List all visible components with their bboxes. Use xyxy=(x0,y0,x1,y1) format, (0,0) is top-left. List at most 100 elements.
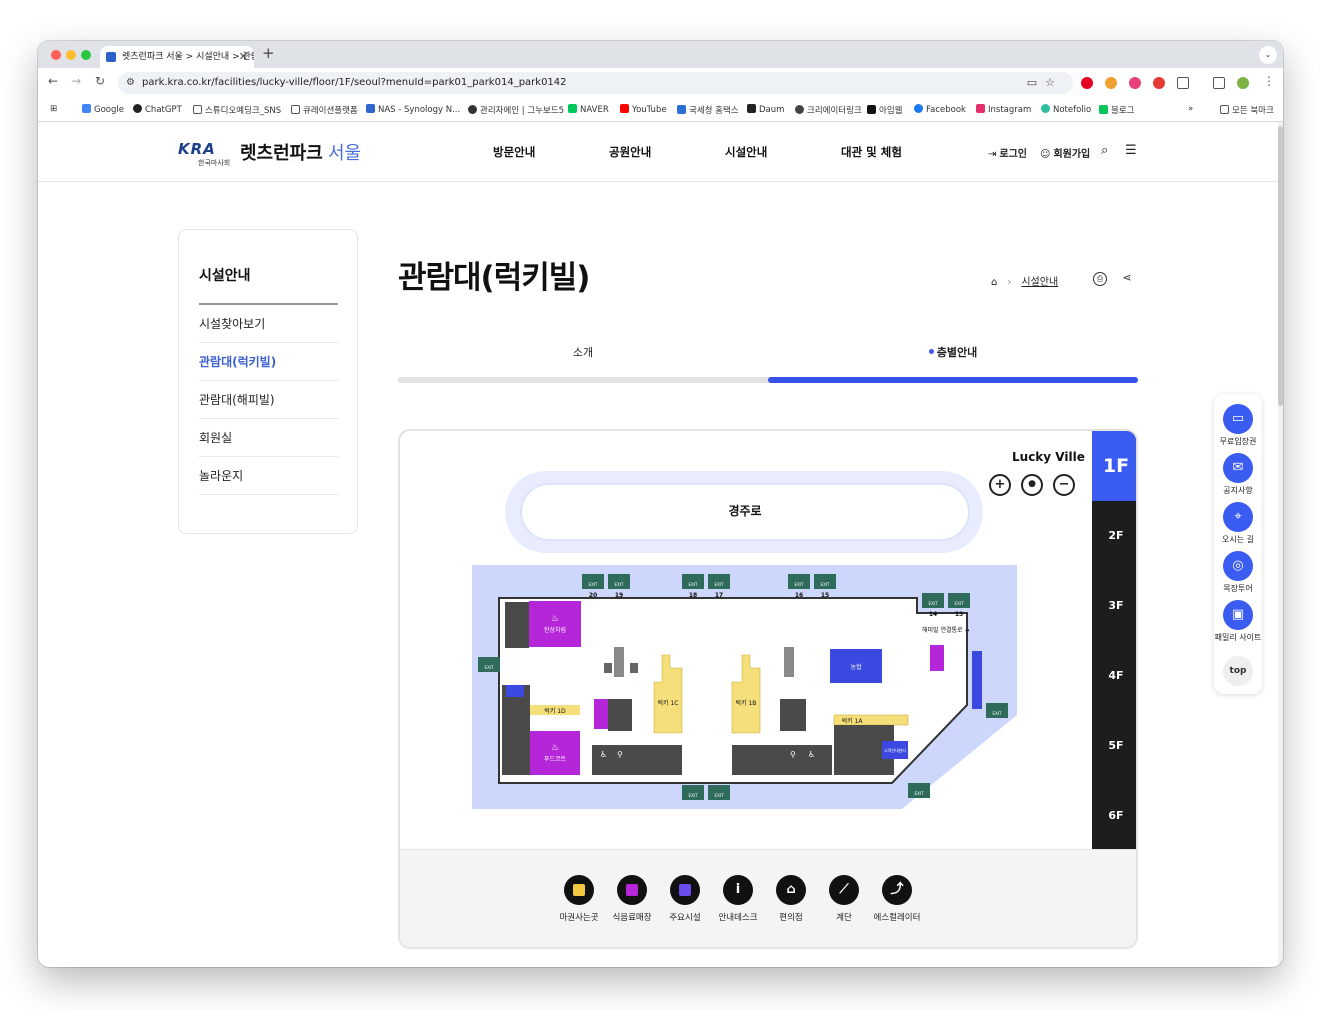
bookmark-nas[interactable]: NAS - Synology N... xyxy=(366,104,460,115)
nav-visit[interactable]: 방문안내 xyxy=(493,144,535,160)
bookmark-hometax[interactable]: 국세청 홈택스 xyxy=(677,104,739,116)
bookmark-imweb[interactable]: 아임웹 xyxy=(867,104,902,116)
signup-link[interactable]: ☺ 회원가입 xyxy=(1040,145,1090,160)
bookmark-facebook[interactable]: Facebook xyxy=(914,104,966,115)
home-icon[interactable]: ⌂ xyxy=(991,277,997,288)
back-to-top-button[interactable]: top xyxy=(1223,656,1253,686)
breadcrumb-current[interactable]: 시설안내 xyxy=(1021,277,1058,288)
exit-marker[interactable]: EXIT xyxy=(682,785,704,800)
bookmark-naver[interactable]: NAVER xyxy=(568,104,609,115)
login-link[interactable]: ⇥ 로그인 xyxy=(988,145,1027,160)
cafe-stall[interactable] xyxy=(930,645,944,671)
bookmark-star-icon[interactable]: ☆ xyxy=(1045,76,1063,89)
restaurant-hansang[interactable] xyxy=(529,601,581,647)
site-info-icon[interactable]: ⚙ xyxy=(126,72,135,94)
bookmark-daum[interactable]: Daum xyxy=(747,104,784,115)
tab-search-icon[interactable]: ⌄ xyxy=(1259,46,1277,64)
share-icon[interactable]: ⋖ xyxy=(1120,272,1134,286)
quick-menu-item[interactable]: ▭ 무료입장권 xyxy=(1214,404,1262,447)
bookmark-chatgpt[interactable]: ChatGPT xyxy=(133,104,182,115)
legend-item[interactable]: ⤴ 에스컬레이터 xyxy=(867,875,927,923)
browser-tab[interactable]: 렛츠런파크 서울 > 시설안내 > 관람 ✕ xyxy=(100,46,254,68)
svg-text:16: 16 xyxy=(795,592,803,599)
close-tab-icon[interactable]: ✕ xyxy=(239,46,248,68)
sidebar-item-lucky-ville[interactable]: 관람대(럭키빌) xyxy=(199,343,338,381)
all-bookmarks-folder[interactable]: 모든 북마크 xyxy=(1220,104,1274,116)
quick-menu-item[interactable]: ⌖ 오시는 길 xyxy=(1214,502,1262,545)
legend-item[interactable]: 식음료매장 xyxy=(602,875,662,923)
zoom-reset-button[interactable]: ● xyxy=(1021,474,1043,496)
forward-icon[interactable]: → xyxy=(71,74,81,88)
bookmark-folder-studio[interactable]: 스튜디오예딩크_SNS xyxy=(193,104,281,116)
url-field[interactable]: ⚙ park.kra.co.kr/facilities/lucky-ville/… xyxy=(118,72,1073,94)
quick-menu-item[interactable]: ▣ 패밀리 사이트 xyxy=(1214,600,1262,643)
browser-menu-icon[interactable]: ⋮ xyxy=(1263,74,1275,88)
floor-tab-6f[interactable]: 6F xyxy=(1092,781,1136,851)
legend-item[interactable]: 주요시설 xyxy=(655,875,715,923)
bookmarks-overflow-button[interactable]: » xyxy=(1188,104,1193,114)
search-icon[interactable]: ⌕ xyxy=(1101,143,1108,158)
reload-icon[interactable]: ↻ xyxy=(95,74,105,88)
bookmark-blog[interactable]: 블로그 xyxy=(1099,104,1134,116)
exit-marker[interactable]: EXIT xyxy=(908,783,930,798)
kra-logo[interactable]: KRA xyxy=(178,140,216,158)
legend-item[interactable]: ⟋ 계단 xyxy=(814,875,874,923)
floor-tab-5f[interactable]: 5F xyxy=(1092,711,1136,781)
nav-rental[interactable]: 대관 및 체험 xyxy=(841,144,902,160)
tab-floor-guide[interactable]: 층별안내 xyxy=(768,344,1138,360)
pinterest-extension-icon[interactable] xyxy=(1081,77,1093,89)
exit-marker[interactable]: EXIT xyxy=(986,703,1008,718)
sidebar-item-members[interactable]: 회원실 xyxy=(199,419,338,457)
food-stall[interactable] xyxy=(594,699,608,729)
bookmark-folder-curation[interactable]: 큐레이션플랫폼 xyxy=(291,104,358,116)
print-icon[interactable]: ⎙ xyxy=(1093,272,1107,286)
zoom-out-button[interactable]: − xyxy=(1053,474,1075,496)
floor-tab-3f[interactable]: 3F xyxy=(1092,571,1136,641)
nav-park[interactable]: 공원안내 xyxy=(609,144,651,160)
adblock-extension-icon[interactable] xyxy=(1153,77,1165,89)
maximize-window-button[interactable] xyxy=(81,50,91,60)
quick-menu-item[interactable]: ✉ 공지사항 xyxy=(1214,453,1262,496)
profile-avatar-icon[interactable] xyxy=(1237,77,1249,89)
bookmark-youtube[interactable]: YouTube xyxy=(620,104,667,115)
exit-marker[interactable]: EXIT xyxy=(478,657,500,672)
logo-park-name[interactable]: 렛츠런파크 xyxy=(240,139,323,165)
exit-marker[interactable]: EXIT xyxy=(708,785,730,800)
bookmark-google[interactable]: Google xyxy=(82,104,124,115)
new-tab-icon[interactable]: + xyxy=(262,44,275,62)
apps-grid-icon[interactable]: ⊞ xyxy=(50,104,57,114)
zoom-in-button[interactable]: + xyxy=(989,474,1011,496)
floor-tab-4f[interactable]: 4F xyxy=(1092,641,1136,711)
quick-menu-item[interactable]: ◎ 목장투어 xyxy=(1214,551,1262,594)
extension-icon-3[interactable] xyxy=(1129,77,1141,89)
minimize-window-button[interactable] xyxy=(66,50,76,60)
media-control-icon[interactable] xyxy=(1213,77,1225,89)
extensions-puzzle-icon[interactable] xyxy=(1177,77,1189,89)
legend-item[interactable]: 마권사는곳 xyxy=(549,875,609,923)
sidebar-item-lounge[interactable]: 놀라운지 xyxy=(199,457,338,495)
floor-tab-2f[interactable]: 2F xyxy=(1092,501,1136,571)
menu-icon[interactable]: ☰ xyxy=(1125,143,1137,158)
logo-city[interactable]: 서울 xyxy=(328,139,361,165)
sidebar-item-find[interactable]: 시설찾아보기 xyxy=(199,305,338,343)
facility-block[interactable] xyxy=(506,685,524,697)
floor-tab-1f[interactable]: 1F xyxy=(1092,431,1136,501)
nav-facilities[interactable]: 시설안내 xyxy=(725,144,767,160)
legend-item[interactable]: i 안내데스크 xyxy=(708,875,768,923)
info-column[interactable] xyxy=(972,651,982,709)
legend-item[interactable]: ⌂ 편의점 xyxy=(761,875,821,923)
bookmark-gnuboard[interactable]: 관리자에인 | 그누보드5 xyxy=(468,104,564,116)
install-icon[interactable]: ▭ xyxy=(1027,76,1045,89)
extension-icon-2[interactable] xyxy=(1105,77,1117,89)
sidebar-item-happy-ville[interactable]: 관람대(해피빌) xyxy=(199,381,338,419)
tab-intro[interactable]: 소개 xyxy=(398,344,768,360)
bookmark-instagram[interactable]: Instagram xyxy=(976,104,1031,115)
floor-selector: 1F 2F 3F 4F 5F 6F xyxy=(1092,431,1136,851)
bookmark-creatorlink[interactable]: 크리에이터링크 xyxy=(795,104,862,116)
bookmark-notefolio[interactable]: Notefolio xyxy=(1041,104,1091,115)
scrollbar-thumb[interactable] xyxy=(1278,126,1283,406)
page-scrollbar[interactable] xyxy=(1278,122,1283,967)
back-icon[interactable]: ← xyxy=(48,74,58,88)
restaurant-foodcourt[interactable] xyxy=(530,731,580,775)
close-window-button[interactable] xyxy=(51,50,61,60)
